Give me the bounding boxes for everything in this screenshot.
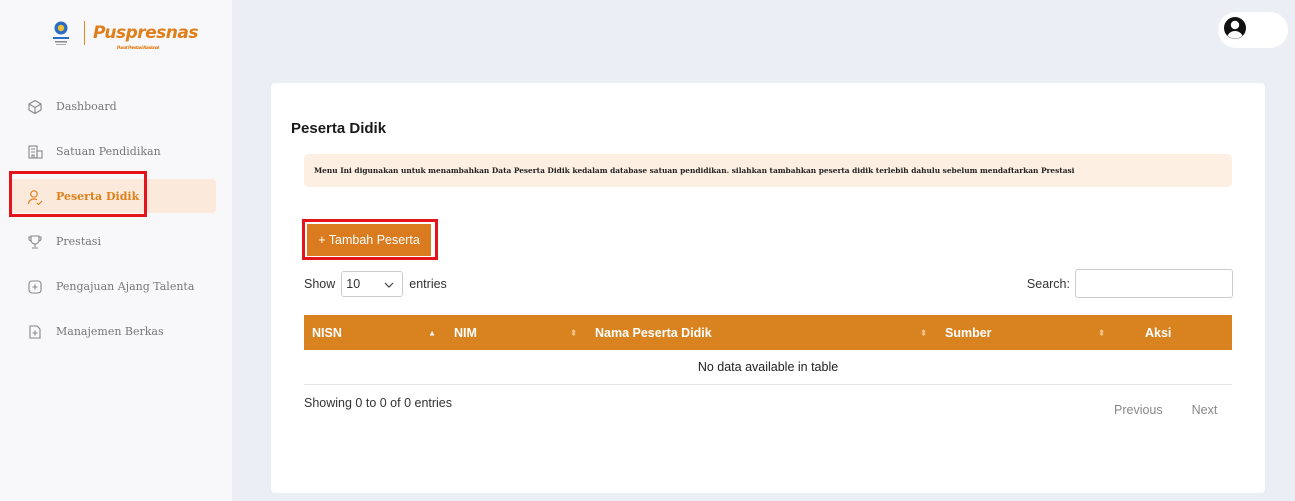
logo-divider	[84, 21, 85, 45]
sidebar-item-label: Satuan Pendidikan	[56, 145, 161, 158]
column-header-nim[interactable]: NIM ⬍	[446, 315, 587, 350]
sidebar-item-prestasi[interactable]: Prestasi	[0, 219, 232, 264]
add-peserta-button[interactable]: + Tambah Peserta	[307, 224, 431, 256]
sort-icon: ⬍	[920, 328, 927, 337]
user-avatar-button[interactable]	[1218, 12, 1288, 48]
column-header-aksi[interactable]: Aksi	[1115, 315, 1232, 350]
previous-page-button[interactable]: Previous	[1114, 403, 1163, 417]
column-header-sumber[interactable]: Sumber ⬍	[937, 315, 1115, 350]
tut-wuri-emblem-icon	[50, 20, 72, 46]
entries-select[interactable]: 10	[341, 271, 404, 297]
sidebar-item-label: Dashboard	[56, 100, 117, 113]
cube-icon	[26, 98, 44, 116]
brand-name: Puspresnas Pusat Prestasi Nasional	[93, 23, 198, 50]
main-card: Peserta Didik Menu Ini digunakan untuk m…	[271, 83, 1265, 493]
peserta-table: NISN ▲ NIM ⬍ Nama Peserta Didik ⬍ Sumber ⬍ A…	[304, 315, 1232, 385]
info-notice: Menu Ini digunakan untuk menambahkan Dat…	[304, 154, 1232, 187]
user-icon	[26, 188, 44, 206]
sidebar: Puspresnas Pusat Prestasi Nasional Dashb…	[0, 0, 232, 501]
sidebar-item-label: Pengajuan Ajang Talenta	[56, 280, 195, 293]
sidebar-item-dashboard[interactable]: Dashboard	[0, 84, 232, 129]
brand-logo[interactable]: Puspresnas Pusat Prestasi Nasional	[50, 18, 198, 50]
entries-label: entries	[409, 277, 447, 291]
column-header-nisn[interactable]: NISN ▲	[304, 315, 446, 350]
sidebar-item-pengajuan-ajang-talenta[interactable]: Pengajuan Ajang Talenta	[0, 264, 232, 309]
entries-select-value: 10	[346, 277, 361, 291]
sort-icon: ⬍	[1098, 328, 1105, 337]
brand-subtitle: Pusat Prestasi Nasional	[117, 45, 159, 50]
search-label: Search:	[1026, 276, 1070, 291]
pagination: Previous Next	[1114, 403, 1217, 417]
sort-asc-icon: ▲	[428, 328, 436, 337]
sidebar-item-manajemen-berkas[interactable]: Manajemen Berkas	[0, 309, 232, 354]
trophy-icon	[26, 233, 44, 251]
table-header-row: NISN ▲ NIM ⬍ Nama Peserta Didik ⬍ Sumber ⬍ A…	[304, 315, 1232, 350]
entries-length-control: Show 10 entries	[304, 271, 447, 297]
table-info: Showing 0 to 0 of 0 entries	[304, 396, 453, 410]
search-input[interactable]	[1075, 269, 1233, 298]
sort-icon: ⬍	[570, 328, 577, 337]
next-page-button[interactable]: Next	[1192, 403, 1218, 417]
building-icon	[26, 143, 44, 161]
plus-clipboard-icon	[26, 278, 44, 296]
sidebar-item-peserta-didik[interactable]: Peserta Didik	[0, 174, 232, 219]
table-row: No data available in table	[304, 350, 1232, 385]
column-header-nama[interactable]: Nama Peserta Didik ⬍	[587, 315, 937, 350]
show-label: Show	[304, 277, 336, 291]
sidebar-item-label: Peserta Didik	[56, 190, 140, 203]
plus-file-icon	[26, 323, 44, 341]
sidebar-item-label: Manajemen Berkas	[56, 325, 164, 338]
user-circle-icon	[1220, 13, 1250, 47]
empty-table-message: No data available in table	[304, 350, 1232, 385]
page-title: Peserta Didik	[291, 120, 387, 137]
search-control: Search:	[1027, 269, 1233, 298]
sidebar-item-label: Prestasi	[56, 235, 101, 248]
sidebar-item-satuan-pendidikan[interactable]: Satuan Pendidikan	[0, 129, 232, 174]
sidebar-menu: Dashboard Satuan Pendidikan Peserta Didi…	[0, 84, 232, 354]
chevron-down-icon	[384, 277, 394, 291]
